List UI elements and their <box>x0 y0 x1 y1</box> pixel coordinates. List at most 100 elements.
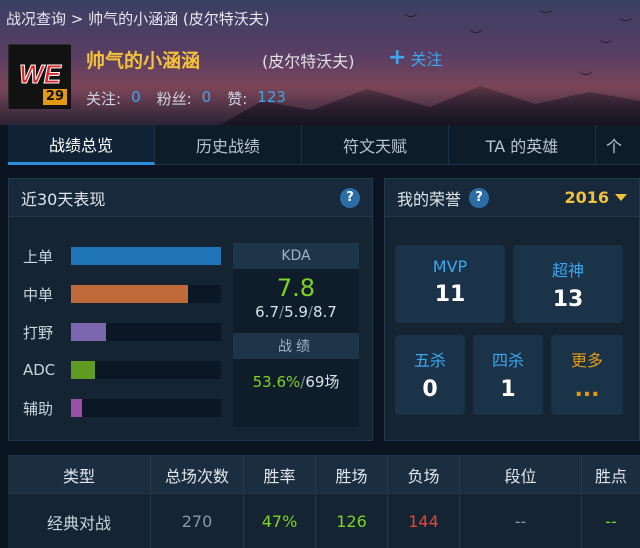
plus-icon: + <box>388 45 407 70</box>
table-header-row: 类型 总场次数 胜率 胜场 负场 段位 胜点 <box>8 456 640 494</box>
role-bar-fill <box>71 285 188 303</box>
tab-history[interactable]: 历史战绩 <box>155 125 302 165</box>
honor-label: 四杀 <box>491 351 524 370</box>
role-bar-track <box>71 399 221 417</box>
year-selector[interactable]: 2016 <box>564 188 627 207</box>
level-badge: 29 <box>42 89 67 105</box>
tab-overview[interactable]: 战绩总览 <box>8 125 155 165</box>
win-rate: 53.6% <box>252 373 301 391</box>
role-row: 辅助 <box>23 389 221 427</box>
summoner-name: 帅气的小涵涵 <box>86 50 201 72</box>
bird-decoration: ︶ <box>405 13 418 27</box>
honor-label: 超神 <box>551 261 584 280</box>
cell-winrate: 47% <box>244 494 316 548</box>
kda-box: KDA 7.8 6.7/5.9/8.7 战绩 53.6%/69场 <box>233 243 359 427</box>
role-row: 打野 <box>23 313 221 351</box>
record-header: 战绩 <box>233 333 359 359</box>
honor-penta-kill[interactable]: 五杀 0 <box>395 335 465 415</box>
honor-value: 0 <box>422 377 438 402</box>
chevron-down-icon <box>615 194 627 201</box>
help-icon[interactable]: ? <box>469 187 490 208</box>
tab-more[interactable]: 个 <box>596 125 640 165</box>
team-logo: WE 29 <box>8 44 71 109</box>
col-rank: 段位 <box>460 456 582 493</box>
role-row: 上单 <box>23 237 221 275</box>
col-total: 总场次数 <box>151 456 244 493</box>
honor-label: MVP <box>432 257 468 276</box>
kda-value: 7.8 <box>276 274 316 302</box>
bird-decoration: ︶ <box>470 29 483 43</box>
role-bar-fill <box>71 323 106 341</box>
kda-detail: 6.7/5.9/8.7 <box>233 303 359 321</box>
breadcrumb[interactable]: 战况查询 > 帅气的小涵涵 (皮尔特沃夫) <box>6 8 270 29</box>
honor-value: ... <box>574 377 600 402</box>
honor-label: 五杀 <box>413 351 446 370</box>
role-distribution: 上单 中单 打野 ADC 辅助 <box>23 237 221 427</box>
year-value: 2016 <box>564 188 609 207</box>
honor-label: 更多 <box>570 351 603 370</box>
role-bar-fill <box>71 399 82 417</box>
tab-bar: 战绩总览 历史战绩 符文天赋 TA 的英雄 个 <box>8 125 640 165</box>
col-winrate: 胜率 <box>244 456 316 493</box>
role-label: 中单 <box>23 285 54 304</box>
likes-count: 123 <box>257 88 286 106</box>
honor-quadra-kill[interactable]: 四杀 1 <box>473 335 543 415</box>
role-bar-track <box>71 285 221 303</box>
role-bar-fill <box>71 361 95 379</box>
bird-decoration: ︶ <box>620 17 633 31</box>
cell-rank: -- <box>460 494 582 548</box>
col-wins: 胜场 <box>316 456 388 493</box>
assists-avg: 8.7 <box>312 303 337 321</box>
role-row: 中单 <box>23 275 221 313</box>
cell-total: 270 <box>151 494 244 548</box>
role-label: 辅助 <box>23 399 54 418</box>
cell-losses: 144 <box>388 494 460 548</box>
bird-decoration: ︶ <box>580 71 593 85</box>
server-name: (皮尔特沃夫) <box>262 52 355 71</box>
honor-more[interactable]: 更多 ... <box>551 335 623 415</box>
col-type: 类型 <box>8 456 151 493</box>
fans-label: 粉丝: <box>156 90 192 108</box>
record-line: 53.6%/69场 <box>233 371 359 392</box>
social-stats: 关注: 0 粉丝: 0 赞: 123 <box>86 88 302 109</box>
role-row: ADC <box>23 351 221 389</box>
follow-label: 关注 <box>410 50 443 69</box>
panel-header: 我的荣誉 ? 2016 <box>385 179 639 217</box>
panel-title: 近30天表现 <box>21 189 106 209</box>
honors-panel: 我的荣誉 ? 2016 MVP 11 超神 13 五杀 0 四杀 1 更多 ..… <box>384 178 640 441</box>
role-label: 打野 <box>23 323 54 342</box>
role-bar-fill <box>71 247 221 265</box>
kda-header: KDA <box>233 243 359 269</box>
col-losses: 负场 <box>388 456 460 493</box>
panel-title: 我的荣誉 <box>397 189 462 209</box>
honor-mvp[interactable]: MVP 11 <box>395 245 505 323</box>
following-count: 0 <box>131 88 141 106</box>
following-label: 关注: <box>86 90 122 108</box>
cell-wins: 126 <box>316 494 388 548</box>
tab-champions[interactable]: TA 的英雄 <box>449 125 596 165</box>
tab-runes[interactable]: 符文天赋 <box>302 125 449 165</box>
table-row: 经典对战 270 47% 126 144 -- -- <box>8 494 640 548</box>
role-label: ADC <box>23 361 56 379</box>
honor-value: 13 <box>552 287 584 312</box>
role-label: 上单 <box>23 247 54 266</box>
honor-legendary[interactable]: 超神 13 <box>513 245 623 323</box>
panel-header: 近30天表现 ? <box>9 179 372 217</box>
cell-type: 经典对战 <box>8 494 151 548</box>
likes-label: 赞: <box>227 90 248 108</box>
deaths-avg: 5.9 <box>284 303 308 321</box>
fans-count: 0 <box>201 88 212 106</box>
match-stats-table: 类型 总场次数 胜率 胜场 负场 段位 胜点 经典对战 270 47% 126 … <box>8 455 640 548</box>
col-points: 胜点 <box>594 466 627 486</box>
follow-button[interactable]: + 关注 <box>388 46 442 70</box>
games-count: 69场 <box>305 373 340 391</box>
recent-performance-panel: 近30天表现 ? 上单 中单 打野 ADC 辅助 KDA 7.8 6.7/5.9… <box>8 178 373 441</box>
role-bar-track <box>71 247 221 265</box>
role-bar-track <box>71 323 221 341</box>
role-bar-track <box>71 361 221 379</box>
bird-decoration: ︶ <box>540 9 553 23</box>
help-icon[interactable]: ? <box>340 187 360 208</box>
svg-text:WE: WE <box>19 59 62 89</box>
honor-value: 1 <box>500 377 516 402</box>
bird-decoration: ︶ <box>600 39 613 53</box>
